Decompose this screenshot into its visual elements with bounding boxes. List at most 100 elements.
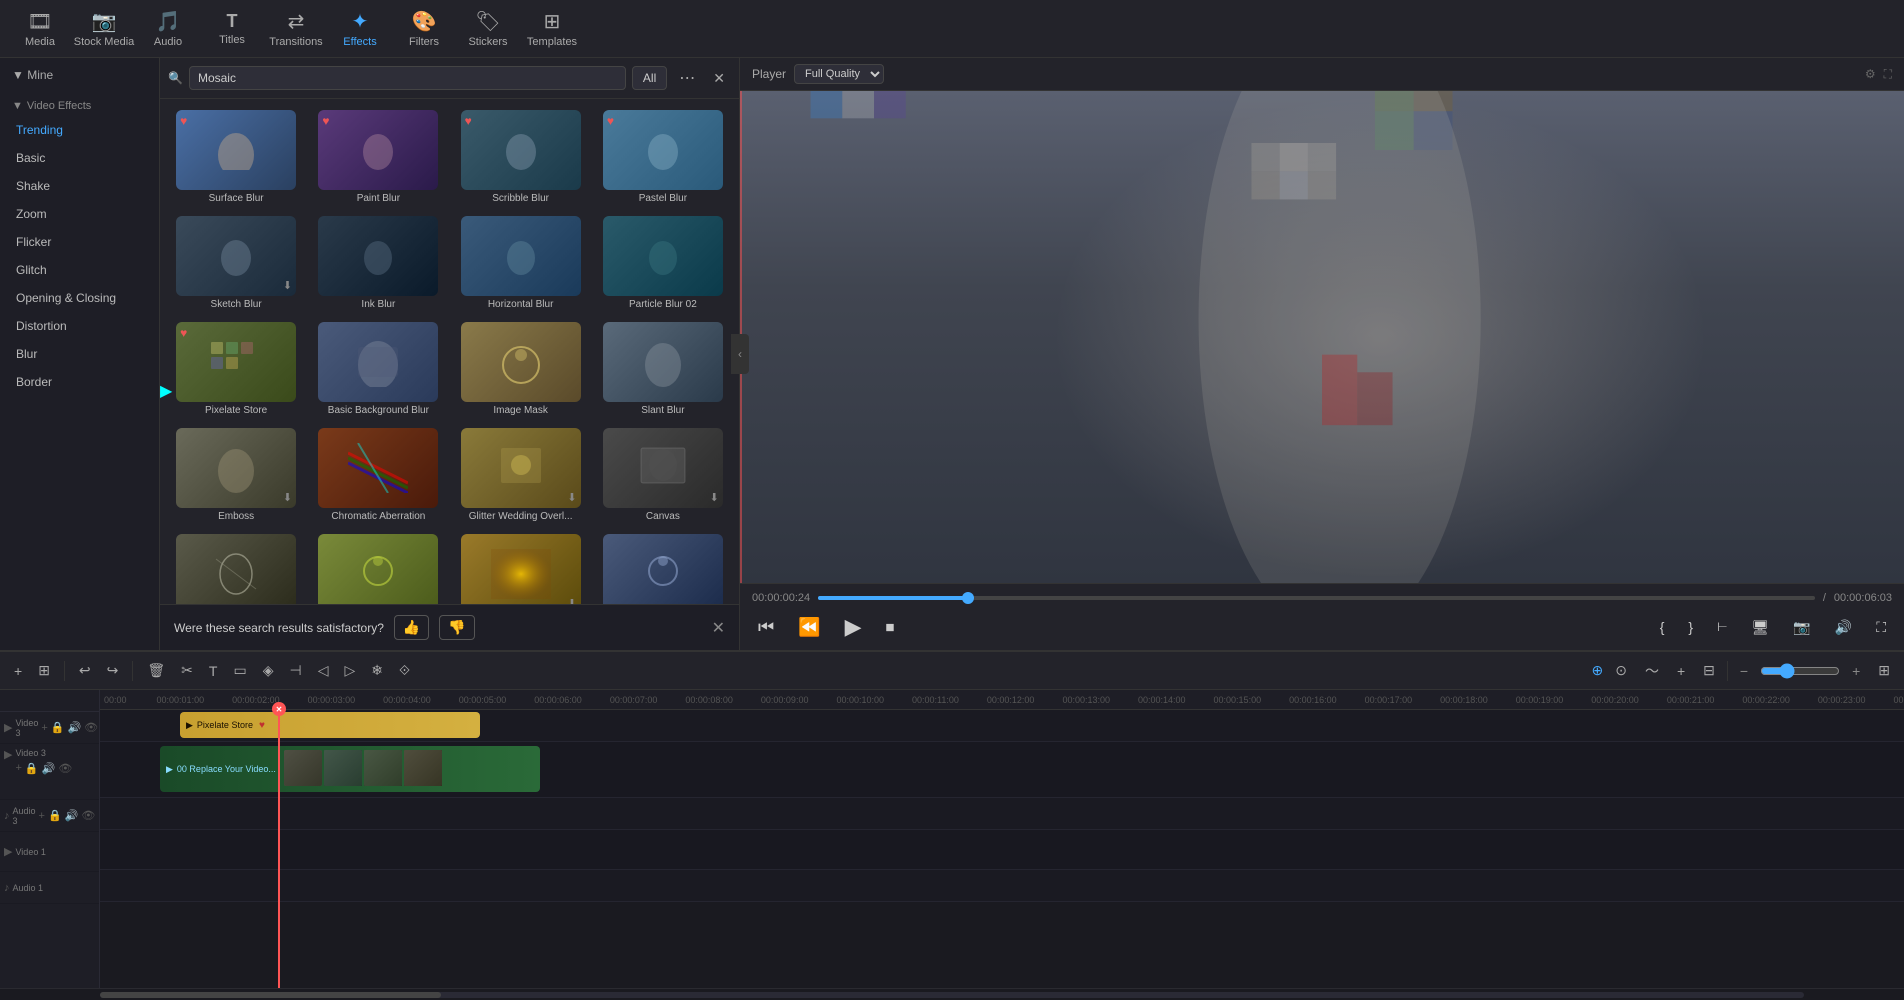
effect-canvas[interactable]: ⬇ Canvas: [595, 425, 731, 525]
zoom-out-btn[interactable]: −: [1734, 660, 1754, 682]
feedback-thumbs-up[interactable]: 👍: [394, 615, 429, 640]
sidebar-item-shake[interactable]: Shake: [0, 172, 159, 200]
cut-icon[interactable]: {: [1654, 617, 1671, 637]
effect-ink-blur[interactable]: Ink Blur: [310, 213, 446, 313]
sidebar-item-zoom[interactable]: Zoom: [0, 200, 159, 228]
mask-btn[interactable]: ◈: [257, 659, 280, 682]
progress-bar[interactable]: [818, 596, 1815, 600]
sidebar-item-distortion[interactable]: Distortion: [0, 312, 159, 340]
effect-sketch2[interactable]: Sketch: [168, 531, 304, 604]
tool-titles[interactable]: T Titles: [200, 3, 264, 55]
effect-pixelate-store[interactable]: ♥ Pixelate Store ▶: [168, 319, 304, 419]
track-eye-icon[interactable]: 👁: [84, 721, 98, 734]
track-add-icon2[interactable]: +: [15, 762, 21, 775]
tool-effects[interactable]: ✦ Effects: [328, 3, 392, 55]
split-view-btn[interactable]: ⊟: [1697, 659, 1721, 682]
effect-image-mask[interactable]: Image Mask: [453, 319, 589, 419]
tool-stickers[interactable]: 🏷 Stickers: [456, 3, 520, 55]
track-audio-icon[interactable]: 🔊: [67, 721, 81, 734]
tool-transitions[interactable]: ⇄ Transitions: [264, 3, 328, 55]
sidebar-item-opening-closing[interactable]: Opening & Closing: [0, 284, 159, 312]
tool-filters[interactable]: 🎨 Filters: [392, 3, 456, 55]
sidebar-item-trending[interactable]: Trending: [0, 116, 159, 144]
effect-chromatic[interactable]: Chromatic Aberration: [310, 425, 446, 525]
track-eye-icon2[interactable]: 👁: [58, 762, 72, 775]
clip-video3[interactable]: ▶ 00 Replace Your Video...: [160, 746, 540, 792]
cut-icon-right[interactable]: }: [1682, 617, 1699, 637]
snapshot-icon[interactable]: 📷: [1787, 617, 1816, 638]
freeze-btn[interactable]: ❄: [365, 659, 389, 682]
zoom-in-btn[interactable]: +: [1846, 660, 1866, 682]
quality-select[interactable]: Full Quality: [794, 64, 884, 84]
filter-all-btn[interactable]: All: [632, 66, 667, 90]
track-eye-icon3[interactable]: 👁: [81, 809, 95, 822]
cut-btn[interactable]: ✂: [175, 659, 199, 682]
effect-horizontal-blur[interactable]: Horizontal Blur: [453, 213, 589, 313]
sidebar-item-border[interactable]: Border: [0, 368, 159, 396]
more-options-btn[interactable]: ⋯: [673, 66, 701, 90]
sidebar-item-mine[interactable]: ▼ Mine: [0, 58, 159, 92]
track-lock-icon2[interactable]: 🔒: [25, 762, 39, 775]
feedback-thumbs-down[interactable]: 👎: [439, 615, 474, 640]
timeline-scrollbar[interactable]: [0, 988, 1904, 1000]
sidebar-item-glitch[interactable]: Glitch: [0, 256, 159, 284]
effect-shape-mask[interactable]: Shape Mark: [310, 531, 446, 604]
keyframe-btn[interactable]: ⟐: [393, 659, 416, 682]
delete-btn[interactable]: 🗑: [141, 659, 171, 682]
progress-thumb[interactable]: [962, 592, 974, 604]
tool-media[interactable]: 🎞 Media: [8, 3, 72, 55]
monitor-icon[interactable]: 🖥: [1746, 617, 1776, 638]
search-input[interactable]: [189, 66, 626, 90]
track-lock-icon3[interactable]: 🔒: [48, 809, 62, 822]
rewind-btn[interactable]: ⏮: [752, 615, 780, 640]
sidebar-item-basic[interactable]: Basic: [0, 144, 159, 172]
trim-out-btn[interactable]: ▷: [338, 659, 361, 682]
track-add-icon3[interactable]: +: [39, 810, 45, 822]
tool-stock-media[interactable]: 📷 Stock Media: [72, 3, 136, 55]
feedback-close-btn[interactable]: ✕: [712, 618, 725, 638]
fit-btn[interactable]: ⊞: [1872, 659, 1896, 682]
stop-btn[interactable]: ⏹: [880, 615, 901, 640]
tool-audio[interactable]: 🎵 Audio: [136, 3, 200, 55]
effect-sketch-blur[interactable]: ⬇ Sketch Blur: [168, 213, 304, 313]
track-audio-icon2[interactable]: 🔊: [42, 762, 56, 775]
effect-flashlight[interactable]: Flashlight: [595, 531, 731, 604]
trim-in-btn[interactable]: ◁: [312, 659, 335, 682]
effect-surface-blur[interactable]: ♥ Surface Blur: [168, 107, 304, 207]
trim-icon[interactable]: ⊢: [1711, 618, 1733, 636]
add-track-btn[interactable]: +: [1671, 660, 1691, 682]
volume-icon[interactable]: 🔊: [1829, 617, 1858, 638]
redo-btn[interactable]: ↪: [101, 659, 125, 682]
audio-waveform-btn[interactable]: 〜: [1639, 658, 1665, 684]
text-btn[interactable]: T: [203, 660, 224, 682]
playhead[interactable]: ✕: [278, 710, 280, 988]
sidebar-item-blur[interactable]: Blur: [0, 340, 159, 368]
effect-scribble-blur[interactable]: ♥ Scribble Blur: [453, 107, 589, 207]
clip-pixelate-store[interactable]: ▶ Pixelate Store ♥: [180, 712, 480, 738]
effect-particle-blur[interactable]: Particle Blur 02 ➤: [595, 213, 731, 313]
effect-paint-blur[interactable]: ♥ Paint Blur: [310, 107, 446, 207]
fullscreen-icon[interactable]: ⛶: [1884, 67, 1892, 82]
play-btn[interactable]: ▶: [839, 612, 868, 642]
timeline-add-media-btn[interactable]: +: [8, 660, 28, 682]
step-back-btn[interactable]: ⏪: [792, 615, 826, 640]
rect-btn[interactable]: ▭: [227, 659, 252, 682]
fullscreen-btn[interactable]: ⛶: [1870, 617, 1892, 638]
effect-basic-bg-blur[interactable]: Basic Background Blur: [310, 319, 446, 419]
effect-emboss[interactable]: ⬇ Emboss: [168, 425, 304, 525]
effect-glitter[interactable]: ⬇ Glitter Wedding Overl...: [453, 425, 589, 525]
zoom-slider[interactable]: [1760, 663, 1840, 679]
panel-collapse-handle[interactable]: ‹: [731, 334, 749, 374]
effect-light-effect[interactable]: ⬇ Light Effect 05: [453, 531, 589, 604]
tool-templates[interactable]: ⊞ Templates: [520, 3, 584, 55]
track-lock-icon[interactable]: 🔒: [51, 721, 65, 734]
close-search-btn[interactable]: ✕: [707, 68, 731, 89]
track-mute-icon3[interactable]: 🔊: [65, 809, 79, 822]
effect-slant-blur[interactable]: Slant Blur: [595, 319, 731, 419]
snap-btn[interactable]: ⊙: [1609, 659, 1633, 682]
effect-pastel-blur[interactable]: ♥ Pastel Blur: [595, 107, 731, 207]
split-btn[interactable]: ⊣: [283, 659, 307, 682]
timeline-grid-btn[interactable]: ⊞: [32, 659, 56, 682]
track-add-icon[interactable]: +: [41, 722, 47, 734]
sidebar-item-flicker[interactable]: Flicker: [0, 228, 159, 256]
